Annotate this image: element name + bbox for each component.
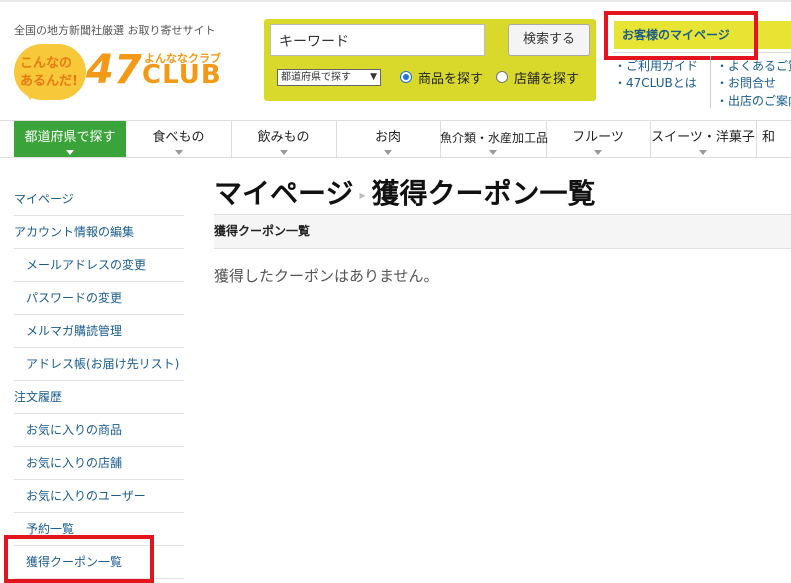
chevron-down-icon [384,150,392,155]
logo-club-text: CLUB [142,60,222,90]
prefecture-select[interactable]: 都道府県で探す ▼ [277,69,381,86]
nav-item-drinks[interactable]: 飲みもの [231,121,337,157]
nav-item-meat[interactable]: お肉 [336,121,441,157]
search-input[interactable]: キーワード [270,24,485,56]
prefecture-select-value: 都道府県で探す [281,72,351,83]
chevron-down-icon [594,150,602,155]
sidebar-item-address-book[interactable]: アドレス帳(お届け先リスト) [14,348,184,381]
logo-number: 47 [86,47,142,93]
chevron-down-icon [279,150,288,155]
sidebar-item-favorite-products[interactable]: お気に入りの商品 [14,414,184,447]
logo-bubble-line2: あるんだ! [20,74,78,89]
chevron-down-icon: ▼ [370,72,377,82]
logo-bubble-tail [24,90,36,100]
sidebar-item-password-change[interactable]: パスワードの変更 [14,282,184,315]
title-separator-icon: ▸ [359,188,366,202]
highlight-box-mypage [604,11,758,60]
nav-item-seafood[interactable]: 魚介類・水産加工品 [440,121,549,157]
link-guide[interactable]: ・ご利用ガイド [614,57,698,74]
sidebar-item-favorite-stores[interactable]: お気に入りの店舗 [14,447,184,480]
site-logo[interactable]: こんなの あるんだ! 47 よんななクラブ CLUB [14,40,244,100]
empty-coupon-message: 獲得したクーポンはありません。 [214,267,439,285]
nav-item-label: フルーツ [572,130,624,145]
highlight-box-coupons [4,535,154,583]
nav-item-label: 魚介類・水産加工品 [440,131,549,145]
account-links-separator [710,56,711,108]
breadcrumb: 獲得クーポン一覧 [214,214,791,249]
radio-products-label: 商品を探す [418,72,484,87]
nav-item-label: スイーツ・洋菓子 [651,130,755,145]
link-contact[interactable]: ・お問合せ [716,74,776,91]
radio-stores[interactable] [496,71,508,83]
nav-item-prefecture[interactable]: 都道府県で探す [14,121,126,157]
sidebar-item-email-change[interactable]: メールアドレスの変更 [14,249,184,282]
nav-item-sweets[interactable]: スイーツ・洋菓子 [650,121,757,157]
page-title-current: 獲得クーポン一覧 [371,177,596,210]
nav-item-label: 飲みもの [257,130,310,145]
sidebar-item-mypage[interactable]: マイページ [14,183,184,216]
link-about[interactable]: ・47CLUBとは [614,74,697,91]
sidebar-item-order-history[interactable]: 注文履歴 [14,381,184,414]
top-border [0,0,791,2]
logo-bubble-line1: こんなの [20,56,73,71]
chevron-down-icon [489,150,497,155]
nav-item-label: 都道府県で探す [24,130,116,145]
link-faq[interactable]: ・よくあるご質問 [716,57,791,74]
radio-stores-label: 店舗を探す [514,72,580,87]
site-tagline: 全国の地方新聞社厳選 お取り寄せサイト [14,24,216,37]
radio-products[interactable] [400,71,412,83]
nav-item-label: お肉 [374,130,401,145]
chevron-down-icon [174,150,183,155]
nav-item-japanese-sweets[interactable]: 和 [756,121,791,157]
page-title-parent: マイページ [214,177,354,210]
chevron-down-icon [699,150,707,155]
sidebar-item-account-edit[interactable]: アカウント情報の編集 [14,216,184,249]
page-title: マイページ ▸ 獲得クーポン一覧 [214,176,596,213]
nav-item-food[interactable]: 食べもの [126,121,232,157]
sidebar-item-newsletter[interactable]: メルマガ購読管理 [14,315,184,348]
link-open-store[interactable]: ・出店のご案内 [716,92,791,109]
nav-item-fruits[interactable]: フルーツ [546,121,651,157]
search-button[interactable]: 検索する [508,24,590,56]
sidebar-item-favorite-users[interactable]: お気に入りのユーザー [14,480,184,513]
chevron-down-icon [66,150,74,155]
nav-item-label: 食べもの [152,130,205,145]
nav-item-label: 和 [762,130,776,145]
